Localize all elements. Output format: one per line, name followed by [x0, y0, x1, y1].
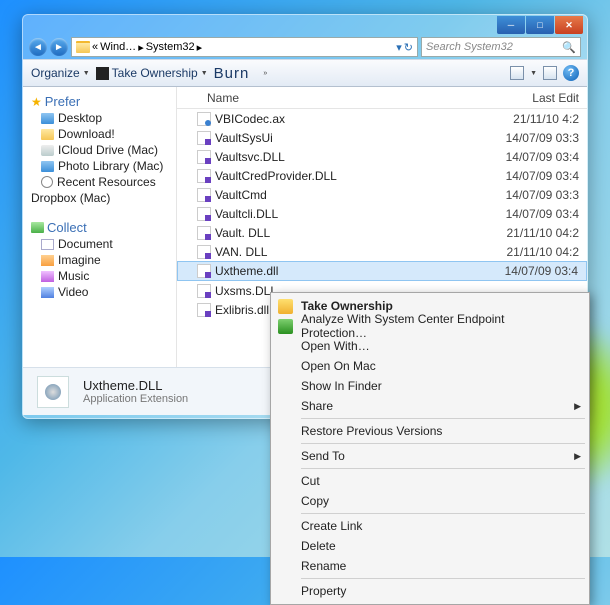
file-icon — [197, 245, 211, 259]
folder-icon — [76, 41, 90, 53]
file-row[interactable]: Vault. DLL21/11/10 04:2 — [177, 223, 587, 242]
context-menu-item[interactable]: Send To▶ — [273, 446, 587, 466]
file-icon — [197, 264, 211, 278]
file-icon — [197, 207, 211, 221]
details-filetype: Application Extension — [83, 393, 188, 405]
file-icon — [197, 226, 211, 240]
file-icon — [197, 303, 211, 317]
library-icon — [41, 271, 54, 282]
file-row[interactable]: VaultCredProvider.DLL14/07/09 03:4 — [177, 166, 587, 185]
context-menu-item[interactable]: Delete — [273, 536, 587, 556]
context-menu-item[interactable]: Restore Previous Versions — [273, 421, 587, 441]
context-menu: Take OwnershipAnalyze With System Center… — [270, 292, 590, 605]
sidebar-group-prefer[interactable]: ★Prefer — [31, 94, 170, 109]
more-menu[interactable]: » — [255, 70, 267, 77]
toolbar: Organize▼ Take Ownership▼ Burn » ▼ ? — [23, 59, 587, 87]
library-icon — [41, 287, 54, 298]
star-icon: ★ — [31, 95, 42, 109]
sidebar-group-collect[interactable]: Collect — [31, 220, 170, 235]
folder-icon — [41, 161, 54, 172]
maximize-button[interactable]: □ — [526, 16, 554, 34]
menu-separator — [301, 468, 585, 469]
column-date[interactable]: Last Edit — [487, 91, 587, 105]
back-button[interactable]: ◄ — [29, 38, 47, 56]
context-menu-item[interactable]: Rename — [273, 556, 587, 576]
sidebar-item[interactable]: Video — [41, 285, 170, 299]
sidebar-item[interactable]: Recent Resources — [41, 175, 170, 189]
column-headers[interactable]: Name Last Edit — [177, 87, 587, 109]
forward-button[interactable]: ► — [50, 38, 68, 56]
context-menu-item[interactable]: Share▶ — [273, 396, 587, 416]
file-icon — [197, 112, 211, 126]
folder-icon — [41, 129, 54, 140]
context-menu-item[interactable]: Open On Mac — [273, 356, 587, 376]
details-filename: Uxtheme.DLL — [83, 378, 188, 393]
file-row[interactable]: Vaultcli.DLL14/07/09 03:4 — [177, 204, 587, 223]
shield-icon — [278, 319, 293, 334]
context-menu-item[interactable]: Copy — [273, 491, 587, 511]
folder-icon — [41, 113, 54, 124]
context-menu-item[interactable]: Cut — [273, 471, 587, 491]
preview-pane-button[interactable] — [543, 66, 557, 80]
context-menu-item[interactable]: Create Link — [273, 516, 587, 536]
context-menu-item[interactable]: Show In Finder — [273, 376, 587, 396]
file-icon — [197, 131, 211, 145]
chevron-right-icon: ▶ — [574, 401, 581, 412]
take-ownership-button[interactable]: Take Ownership▼ — [96, 66, 208, 80]
search-icon: 🔍 — [562, 41, 576, 54]
close-button[interactable]: ✕ — [555, 16, 583, 34]
file-icon — [197, 284, 211, 298]
minimize-button[interactable]: ─ — [497, 16, 525, 34]
context-menu-item[interactable]: Property — [273, 581, 587, 601]
file-row[interactable]: VBICodec.ax21/11/10 4:2 — [177, 109, 587, 128]
context-menu-item[interactable]: Open With… — [273, 336, 587, 356]
titlebar[interactable]: ─ □ ✕ — [23, 15, 587, 35]
menu-separator — [301, 418, 585, 419]
file-row[interactable]: VaultSysUi14/07/09 03:3 — [177, 128, 587, 147]
organize-menu[interactable]: Organize▼ — [31, 66, 90, 80]
file-row[interactable]: VAN. DLL21/11/10 04:2 — [177, 242, 587, 261]
file-type-icon — [37, 376, 69, 408]
sidebar-item[interactable]: Music — [41, 269, 170, 283]
sidebar-item[interactable]: Document — [41, 237, 170, 251]
breadcrumb[interactable]: « Wind… ▸ System32 ▸ ▾ ↻ — [71, 37, 418, 57]
burn-button[interactable]: Burn — [214, 65, 250, 82]
library-icon — [41, 239, 54, 250]
file-icon — [197, 188, 211, 202]
file-icon — [197, 150, 211, 164]
ownership-icon — [96, 67, 109, 80]
folder-icon — [41, 176, 53, 188]
breadcrumb-part[interactable]: System32 — [146, 41, 195, 53]
folder-icon — [41, 145, 54, 156]
sidebar-item[interactable]: Photo Library (Mac) — [41, 159, 170, 173]
menu-separator — [301, 513, 585, 514]
help-button[interactable]: ? — [563, 65, 579, 81]
library-icon — [41, 255, 54, 266]
view-options-button[interactable] — [510, 66, 524, 80]
file-row[interactable]: Vaultsvc.DLL14/07/09 03:4 — [177, 147, 587, 166]
window-controls: ─ □ ✕ — [497, 16, 583, 34]
context-menu-item[interactable]: Analyze With System Center Endpoint Prot… — [273, 316, 587, 336]
sidebar-item[interactable]: Imagine — [41, 253, 170, 267]
menu-separator — [301, 578, 585, 579]
chevron-right-icon: ▶ — [574, 451, 581, 462]
sidebar-item[interactable]: ICloud Drive (Mac) — [41, 143, 170, 157]
nav-bar: ◄ ► « Wind… ▸ System32 ▸ ▾ ↻ Search Syst… — [23, 35, 587, 59]
collect-icon — [31, 222, 44, 233]
column-name[interactable]: Name — [207, 91, 487, 105]
breadcrumb-part[interactable]: Wind… — [100, 41, 136, 53]
search-input[interactable]: Search System32 🔍 — [421, 37, 581, 57]
sidebar-item-dropbox[interactable]: Dropbox (Mac) — [31, 191, 170, 205]
sidebar-item[interactable]: Desktop — [41, 111, 170, 125]
file-row[interactable]: Uxtheme.dll14/07/09 03:4 — [177, 261, 587, 281]
menu-separator — [301, 443, 585, 444]
lock-icon — [278, 299, 293, 314]
file-icon — [197, 169, 211, 183]
file-row[interactable]: VaultCmd14/07/09 03:3 — [177, 185, 587, 204]
sidebar: ★Prefer Desktop Download! ICloud Drive (Ma… — [23, 87, 177, 367]
sidebar-item[interactable]: Download! — [41, 127, 170, 141]
